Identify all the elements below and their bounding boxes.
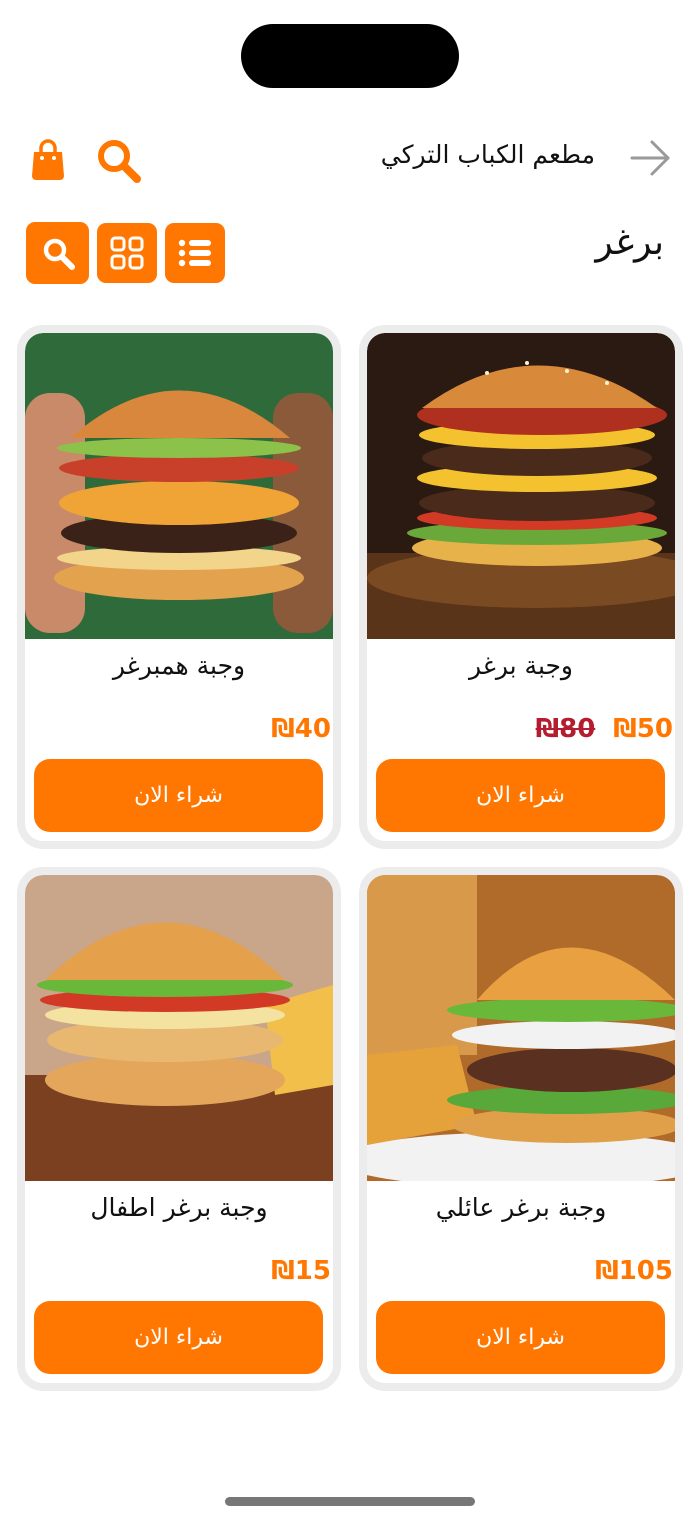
price-row: ₪50 ₪80 bbox=[367, 711, 675, 747]
buy-now-button[interactable]: شراء الان bbox=[376, 1301, 665, 1374]
back-arrow-icon[interactable] bbox=[630, 138, 672, 178]
home-indicator bbox=[225, 1497, 475, 1506]
grid-view-button[interactable] bbox=[97, 223, 157, 283]
buy-now-button[interactable]: شراء الان bbox=[34, 759, 323, 832]
burger-image bbox=[367, 875, 675, 1181]
shopping-bag-icon[interactable] bbox=[30, 138, 66, 182]
product-name: وجبة برغر عائلي bbox=[435, 1193, 607, 1222]
product-name: وجبة برغر bbox=[468, 651, 574, 680]
buy-now-button[interactable]: شراء الان bbox=[34, 1301, 323, 1374]
product-card[interactable]: وجبة برغر عائلي ₪105 شراء الان bbox=[359, 867, 683, 1391]
grid-view-icon bbox=[110, 236, 144, 270]
product-name: وجبة همبرغر bbox=[112, 651, 246, 680]
restaurant-name: مطعم الكباب التركي bbox=[380, 140, 595, 169]
price: ₪50 bbox=[613, 714, 673, 744]
price: ₪105 bbox=[595, 1256, 673, 1286]
burger-image bbox=[25, 875, 333, 1181]
price-row: ₪15 bbox=[25, 1253, 333, 1289]
product-name: وجبة برغر اطفال bbox=[90, 1193, 268, 1222]
product-card[interactable]: وجبة برغر اطفال ₪15 شراء الان bbox=[17, 867, 341, 1391]
burger-image bbox=[25, 333, 333, 639]
price-row: ₪40 bbox=[25, 711, 333, 747]
category-title: برغر bbox=[595, 222, 664, 263]
price: ₪40 bbox=[271, 714, 331, 744]
screen: مطعم الكباب التركي برغر وجبة برغر ₪50 ₪8… bbox=[0, 0, 700, 1522]
buy-now-button[interactable]: شراء الان bbox=[376, 759, 665, 832]
search-button[interactable] bbox=[26, 222, 89, 284]
price: ₪15 bbox=[271, 1256, 331, 1286]
camera-notch bbox=[241, 24, 459, 88]
search-icon bbox=[43, 238, 75, 270]
old-price: ₪80 bbox=[535, 714, 596, 744]
header: مطعم الكباب التركي bbox=[0, 126, 700, 190]
burger-image bbox=[367, 333, 675, 639]
category-toolbar: برغر bbox=[0, 220, 700, 284]
product-card[interactable]: وجبة همبرغر ₪40 شراء الان bbox=[17, 325, 341, 849]
list-view-button[interactable] bbox=[165, 223, 225, 283]
search-icon[interactable] bbox=[94, 136, 142, 184]
product-card[interactable]: وجبة برغر ₪50 ₪80 شراء الان bbox=[359, 325, 683, 849]
price-row: ₪105 bbox=[367, 1253, 675, 1289]
list-view-icon bbox=[178, 239, 211, 267]
